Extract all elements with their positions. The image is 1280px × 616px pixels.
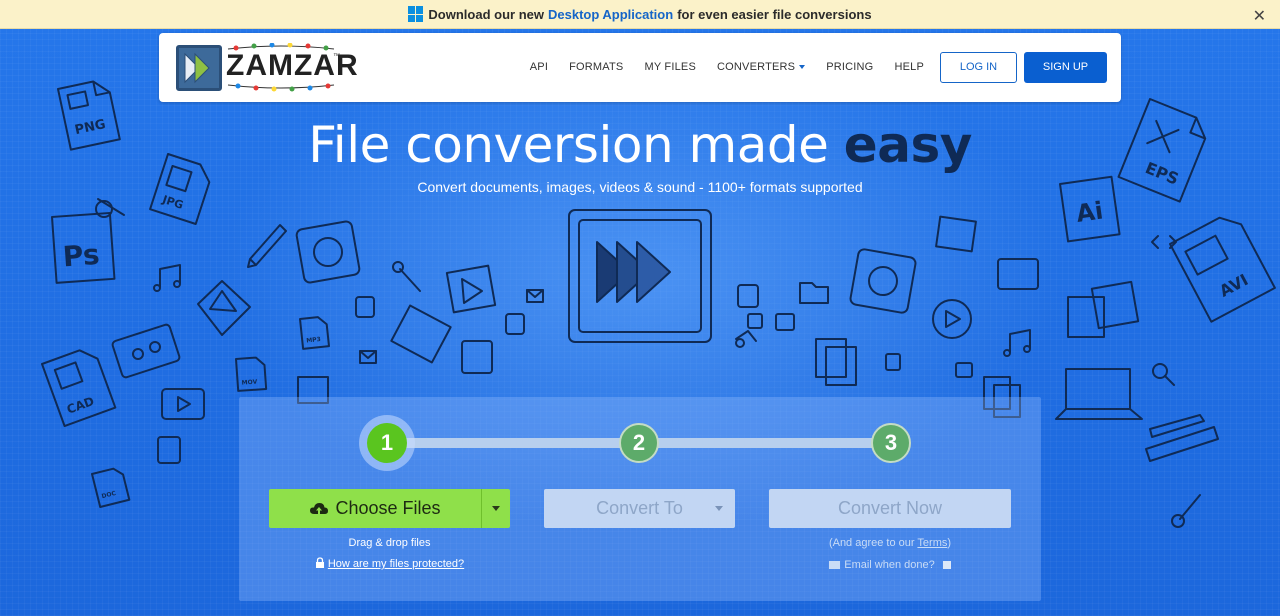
tape-doodle: [111, 323, 181, 379]
desktop-app-link[interactable]: Desktop Application: [548, 7, 673, 22]
site-header: ZAMZAR ™ API FORMATS MY FILES CONVERTERS…: [159, 33, 1121, 102]
windows-icon: [408, 6, 424, 22]
video-tile-doodle: [997, 258, 1039, 290]
ruler-doodle: [1145, 414, 1219, 462]
login-button[interactable]: LOG IN: [940, 51, 1017, 83]
zamzar-logo[interactable]: ZAMZAR ™: [176, 43, 358, 93]
fast-forward-icon: [184, 52, 210, 84]
string-lights-decoration: [227, 43, 335, 92]
cloud-upload-icon: [310, 502, 329, 515]
jpg-label: JPG: [160, 193, 185, 212]
files-protected-row: How are my files protected?: [269, 557, 510, 570]
play-tile-doodle: [445, 264, 497, 314]
mail2-doodle: [359, 350, 377, 364]
hero-subtitle: Convert documents, images, videos & soun…: [417, 179, 863, 195]
hero-title-main: File conversion made: [308, 116, 829, 174]
image-doodle-r: [1067, 280, 1140, 338]
music-doodle-r: [1003, 329, 1031, 357]
clip-doodle: [355, 296, 525, 335]
music-doodle: [153, 264, 181, 292]
video-doodle: [161, 388, 205, 420]
image-frame-doodle: [935, 215, 977, 253]
terms-suffix: ): [947, 537, 952, 549]
doc-file-doodle: DOC: [91, 467, 131, 508]
laptop-doodle: [1055, 368, 1143, 420]
converter-panel: 1 2 3 Choose Files Convert To Convert No…: [239, 397, 1041, 601]
play-triangle-doodle: [197, 280, 251, 336]
files-protected-link[interactable]: How are my files protected?: [328, 558, 464, 570]
refresh-tile-doodle: [849, 248, 917, 314]
terms-link[interactable]: Terms: [917, 537, 947, 549]
close-icon[interactable]: ✕: [1253, 6, 1266, 26]
signup-button[interactable]: SIGN UP: [1024, 51, 1107, 83]
mp3-file-doodle: MP3: [299, 316, 330, 350]
mp3-label: MP3: [306, 336, 321, 344]
lock-icon: [315, 557, 324, 568]
download-banner: Download our new Desktop Application for…: [0, 0, 1280, 29]
nav-api[interactable]: API: [530, 61, 548, 73]
mail-doodle: [526, 289, 544, 303]
hero-title: File conversion made easy: [0, 116, 1280, 174]
convert-now-button[interactable]: Convert Now: [769, 489, 1011, 528]
film-doodle: [390, 304, 452, 364]
step-2-badge: 2: [619, 423, 659, 463]
email-when-done-checkbox[interactable]: [942, 561, 951, 569]
banner-prefix: Download our new: [428, 6, 544, 22]
wrench-doodle-r: [1171, 494, 1201, 528]
envelope-icon: [829, 561, 841, 569]
magnifier-doodle: [1152, 363, 1175, 386]
drag-drop-hint: Drag & drop files: [348, 537, 431, 549]
folder-doodle: [799, 282, 829, 304]
wrench-doodle: [392, 261, 421, 292]
caret-down-icon: [492, 506, 500, 511]
convert-to-label: Convert To: [596, 498, 683, 518]
step-1-badge: 1: [367, 423, 407, 463]
refresh-doodle: [295, 220, 361, 284]
avi-label: AVI: [1216, 270, 1251, 301]
choose-files-main[interactable]: Choose Files: [269, 489, 481, 528]
choose-files-label: Choose Files: [335, 498, 441, 518]
mov-label: MOV: [241, 379, 257, 387]
music-doodle-r2: [735, 330, 757, 348]
choose-files-dropdown[interactable]: [482, 489, 510, 528]
copy-doodle: [815, 338, 857, 386]
ps-file-doodle: Ps: [51, 211, 116, 284]
file-tile-doodle: [737, 284, 795, 331]
choose-files-button[interactable]: Choose Files: [269, 489, 510, 528]
nav-my-files[interactable]: MY FILES: [644, 61, 696, 73]
banner-suffix: for even easier file conversions: [677, 6, 872, 22]
nav-help[interactable]: HELP: [894, 61, 924, 73]
nav-formats[interactable]: FORMATS: [569, 61, 623, 73]
cad-file-doodle: CAD: [41, 349, 117, 428]
play-circle-doodle: [932, 299, 972, 339]
pencil-doodle: [247, 224, 287, 268]
caret-down-icon: [715, 506, 723, 511]
file-small-doodle: [157, 436, 181, 464]
step-3-badge: 3: [871, 423, 911, 463]
ps-label: Ps: [62, 238, 101, 273]
cad-label: CAD: [65, 394, 96, 417]
nav-converters[interactable]: CONVERTERS: [717, 61, 806, 73]
mov-file-doodle: MOV: [235, 356, 268, 392]
chevron-down-icon: [799, 65, 806, 70]
zamzar-logo-mark: [176, 45, 222, 91]
main-nav: API FORMATS MY FILES CONVERTERS PRICING …: [509, 51, 1107, 83]
small-square-doodles: [747, 313, 973, 378]
terms-prefix: (And agree to our: [828, 537, 915, 549]
email-when-done-row: Email when done?: [769, 559, 1011, 571]
nav-converters-label: CONVERTERS: [717, 61, 796, 73]
avi-file-doodle: AVI: [1169, 216, 1276, 323]
terms-note: (And agree to our Terms): [769, 537, 1011, 549]
email-when-done-label: Email when done?: [844, 559, 935, 571]
zamzar-sketch-logo: [568, 209, 712, 343]
image-tile-doodle: [461, 340, 493, 374]
doc-label: DOC: [101, 490, 117, 500]
nav-pricing[interactable]: PRICING: [826, 61, 873, 73]
convert-to-select[interactable]: Convert To: [544, 489, 735, 528]
ai-label: Ai: [1074, 196, 1104, 227]
hero-title-emphasis: easy: [843, 116, 973, 174]
